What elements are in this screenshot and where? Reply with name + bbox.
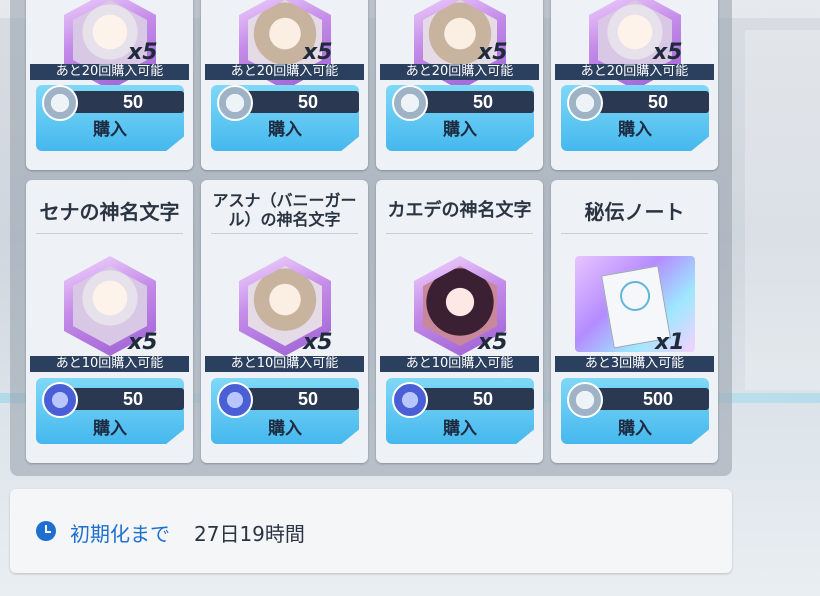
buy-button[interactable]: 50 購入	[211, 85, 359, 151]
purchase-limit: あと10回購入可能	[205, 356, 364, 372]
price: 50	[122, 92, 144, 112]
price: 50	[647, 92, 669, 112]
buy-label: 購入	[93, 120, 127, 140]
buy-label: 購入	[618, 120, 652, 140]
buy-button[interactable]: 50 購入	[561, 85, 709, 151]
buy-button[interactable]: 500 購入	[561, 378, 709, 444]
shop-item-card[interactable]: x5 あと20回購入可能 50 購入	[201, 0, 368, 170]
buy-label: 購入	[268, 120, 302, 140]
item-quantity: x5	[653, 40, 683, 65]
silver-gem-icon	[392, 85, 428, 121]
purchase-limit: あと20回購入可能	[30, 64, 189, 80]
price: 50	[297, 389, 319, 409]
shop-item-card[interactable]: x5 あと20回購入可能 50 購入	[376, 0, 543, 170]
reset-countdown: 27日19時間	[194, 522, 305, 546]
blue-gem-icon	[217, 382, 253, 418]
buy-button[interactable]: 50 購入	[36, 85, 184, 151]
purchase-limit: あと20回購入可能	[555, 64, 714, 80]
item-quantity: x5	[128, 330, 158, 355]
shop-item-card[interactable]: x5 あと20回購入可能 50 購入	[26, 0, 193, 170]
item-quantity: x5	[128, 40, 158, 65]
silver-gem-icon	[42, 85, 78, 121]
purchase-limit: あと3回購入可能	[555, 356, 714, 372]
item-quantity: x5	[478, 40, 508, 65]
reset-label: 初期化まで	[70, 522, 170, 546]
buy-label: 購入	[268, 419, 302, 439]
buy-button[interactable]: 50 購入	[211, 378, 359, 444]
buy-button[interactable]: 50 購入	[386, 85, 534, 151]
reset-timer-bar: 初期化まで 27日19時間	[10, 489, 732, 573]
buy-label: 購入	[443, 419, 477, 439]
buy-label: 購入	[618, 419, 652, 439]
item-name: カエデの神名文字	[387, 199, 532, 221]
purchase-limit: あと20回購入可能	[205, 64, 364, 80]
item-name: セナの神名文字	[39, 199, 180, 224]
price: 500	[642, 389, 674, 409]
blue-gem-icon	[392, 382, 428, 418]
purchase-limit: あと20回購入可能	[380, 64, 539, 80]
silver-gem-icon	[567, 85, 603, 121]
item-quantity: x5	[303, 40, 333, 65]
shop-item-card[interactable]: 秘伝ノート x1 あと3回購入可能 500 購入	[551, 180, 718, 463]
item-name: アスナ（バニーガール）の神名文字	[212, 191, 357, 229]
buy-button[interactable]: 50 購入	[386, 378, 534, 444]
item-quantity: x5	[478, 330, 508, 355]
price: 50	[472, 389, 494, 409]
silver-gem-icon	[567, 382, 603, 418]
blue-gem-icon	[42, 382, 78, 418]
shop-item-card[interactable]: x5 あと20回購入可能 50 購入	[551, 0, 718, 170]
buy-label: 購入	[443, 120, 477, 140]
purchase-limit: あと10回購入可能	[30, 356, 189, 372]
buy-button[interactable]: 50 購入	[36, 378, 184, 444]
price: 50	[122, 389, 144, 409]
item-quantity: x1	[655, 330, 685, 355]
shop-item-card[interactable]: セナの神名文字 x5 あと10回購入可能 50 購入	[26, 180, 193, 463]
price: 50	[472, 92, 494, 112]
clock-icon	[36, 521, 56, 541]
price: 50	[297, 92, 319, 112]
shop-item-card[interactable]: アスナ（バニーガール）の神名文字 x5 あと10回購入可能 50 購入	[201, 180, 368, 463]
buy-label: 購入	[93, 419, 127, 439]
item-quantity: x5	[303, 330, 333, 355]
silver-gem-icon	[217, 85, 253, 121]
purchase-limit: あと10回購入可能	[380, 356, 539, 372]
item-name: 秘伝ノート	[584, 199, 685, 224]
shop-item-card[interactable]: カエデの神名文字 x5 あと10回購入可能 50 購入	[376, 180, 543, 463]
